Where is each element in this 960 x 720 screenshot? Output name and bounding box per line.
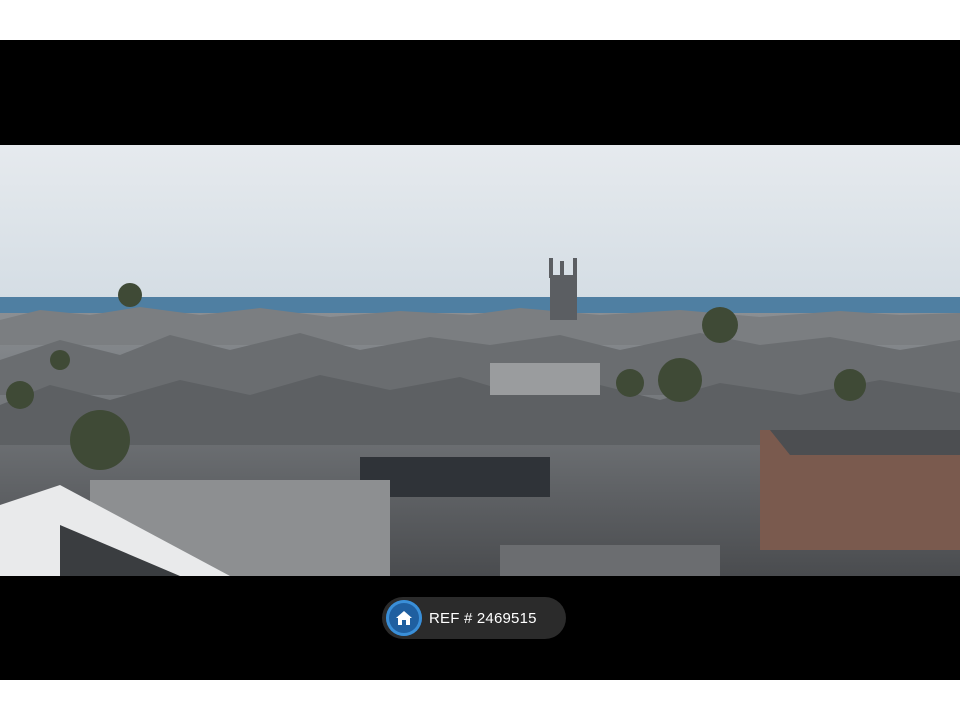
property-photo[interactable] xyxy=(0,145,960,576)
reference-number: REF # 2469515 xyxy=(429,610,537,627)
reference-badge: REF # 2469515 xyxy=(382,597,566,639)
reference-prefix: REF # xyxy=(429,609,473,627)
home-icon xyxy=(386,600,422,636)
townscape-image xyxy=(0,145,960,576)
sky xyxy=(0,145,960,300)
reference-value: 2469515 xyxy=(476,609,537,627)
